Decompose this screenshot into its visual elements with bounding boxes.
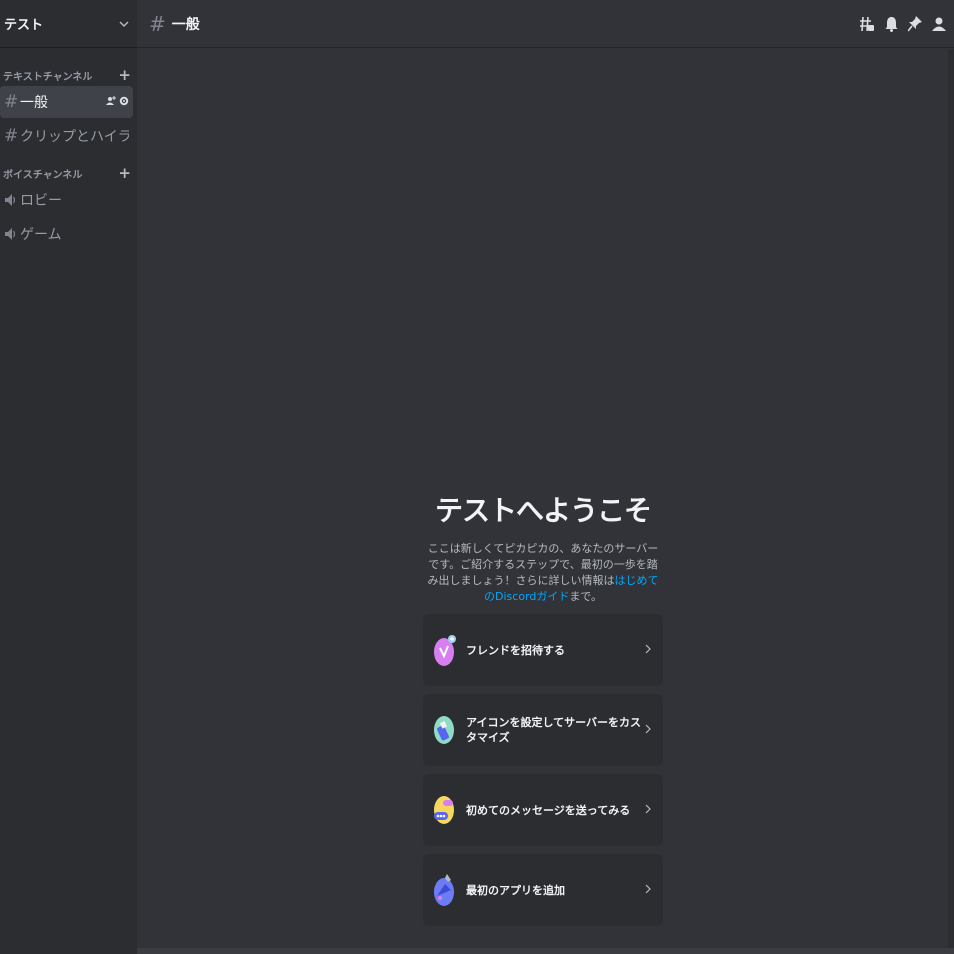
speaker-icon [4,227,16,241]
pin-icon[interactable] [908,15,922,32]
chevron-right-icon [645,883,651,897]
category-label: テキストチャンネル [3,71,93,83]
card-label: 最初のアプリを追加 [466,883,565,897]
speaker-icon [4,193,16,207]
category-label: ボイスチャンネル [3,169,83,181]
invite-friends-icon [433,630,457,670]
plus-icon[interactable]: + [118,67,131,83]
first-message-card[interactable]: 初めてのメッセージを送ってみる [423,774,663,846]
channel-item-lobby[interactable]: ロビー [0,184,133,216]
welcome-title: テストへようこそ [434,494,652,527]
add-app-card[interactable]: 最初のアプリを追加 [423,854,663,926]
onboarding-cards: フレンドを招待する アイコンを設定してサーバーをカスタマイズ 初めてのメッセージ… [423,614,663,934]
channel-name: クリップとハイライト [20,129,129,145]
channel-item-clips[interactable]: # クリップとハイライト [0,120,133,152]
channel-name: ロビー [20,193,62,209]
category-voice-channels[interactable]: ボイスチャンネル + [0,164,137,182]
hash-icon: # [149,11,166,36]
message-input-edge [137,948,954,954]
invite-friends-card[interactable]: フレンドを招待する [423,614,663,686]
server-header[interactable]: テスト [0,0,137,48]
plus-icon[interactable]: + [118,165,131,181]
welcome-description: ここは新しくてピカピカの、あなたのサーバーです。ご紹介するステップで、最初の一歩… [423,541,663,605]
gear-icon[interactable] [119,96,129,109]
app-icon [433,870,457,910]
threads-icon[interactable] [860,16,874,32]
message-icon [433,790,457,830]
discord-app: テスト テキストチャンネル + # 一般 # クリップとハイラ ボイスチャンネル… [0,0,954,954]
card-label: 初めてのメッセージを送ってみる [466,803,631,817]
message-area: テストへようこそ ここは新しくてピカピカの、あなたのサーバーです。ご紹介するステ… [137,49,954,954]
members-icon[interactable] [932,16,946,32]
chevron-right-icon [645,803,651,817]
hash-icon: # [4,126,19,146]
server-name: テスト [4,18,44,33]
card-label: アイコンを設定してサーバーをカスタマイズ [466,716,642,744]
chevron-right-icon [645,643,651,657]
channel-title: 一般 [171,16,200,33]
bell-icon[interactable] [884,16,898,32]
chevron-down-icon[interactable] [119,17,129,31]
invite-icon[interactable] [106,95,116,109]
card-label: フレンドを招待する [466,643,565,657]
hash-icon: # [4,92,19,112]
channel-item-game[interactable]: ゲーム [0,218,133,250]
channel-name: ゲーム [20,227,62,243]
channel-sidebar: テスト テキストチャンネル + # 一般 # クリップとハイラ ボイスチャンネル… [0,0,137,954]
customize-server-card[interactable]: アイコンを設定してサーバーをカスタマイズ [423,694,663,766]
chevron-right-icon [645,723,651,737]
channel-name: 一般 [20,95,48,111]
welcome-section: テストへようこそ ここは新しくてピカピカの、あなたのサーバーです。ご紹介するステ… [423,489,663,605]
channel-header: # 一般 [137,0,954,48]
scrollbar[interactable] [948,49,954,954]
customize-icon [433,710,457,750]
channel-item-general[interactable]: # 一般 [0,86,133,118]
category-text-channels[interactable]: テキストチャンネル + [0,66,137,84]
welcome-text-end: まで。 [569,590,602,603]
